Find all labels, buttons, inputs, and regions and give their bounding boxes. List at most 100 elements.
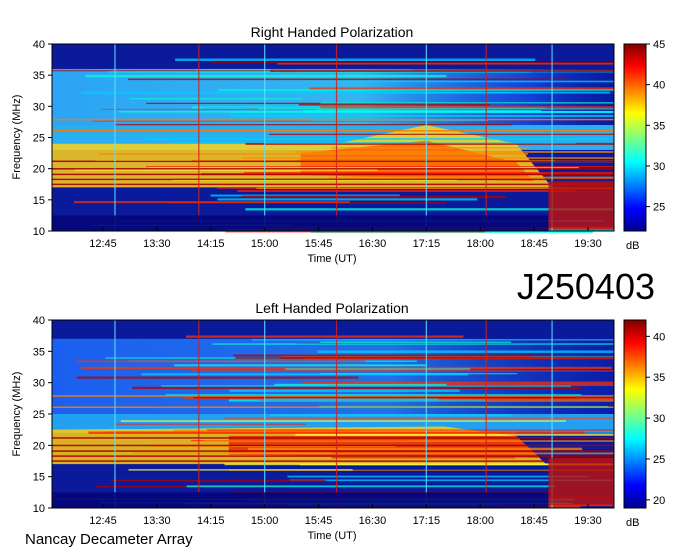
rfi-stripe xyxy=(218,89,614,91)
x-tick-label: 15:00 xyxy=(251,238,279,250)
colorbar-tick-label: 35 xyxy=(653,120,665,132)
rfi-stripe xyxy=(320,106,614,109)
rfi-stripe xyxy=(75,360,365,363)
rfi-line xyxy=(52,130,614,132)
x-tick-label: 13:30 xyxy=(143,238,171,250)
instrument-label: Nancay Decameter Array xyxy=(25,531,193,548)
y-tick-label: 40 xyxy=(33,39,45,51)
rfi-stripe xyxy=(110,479,326,482)
bottom-y-axis-label: Frequency (MHz) xyxy=(11,372,23,457)
x-tick-label: 13:30 xyxy=(143,515,171,527)
x-tick-label: 14:15 xyxy=(197,238,225,250)
late-emission-block xyxy=(548,181,614,228)
rfi-stripe xyxy=(232,354,555,357)
emission-zone-high xyxy=(52,338,614,414)
y-tick-label: 30 xyxy=(33,101,45,113)
y-tick-label: 20 xyxy=(33,440,45,452)
rfi-stripe xyxy=(241,195,506,199)
rfi-stripe xyxy=(302,381,614,384)
rfi-stripe xyxy=(81,91,611,94)
colorbar-tick-label: 25 xyxy=(653,454,665,466)
x-tick-label: 19:30 xyxy=(574,238,602,250)
rfi-line xyxy=(52,444,614,447)
x-tick-label: 17:15 xyxy=(413,238,441,250)
rfi-stripe xyxy=(133,452,331,454)
date-code: J250403 xyxy=(517,266,655,307)
rfi-stripe xyxy=(277,63,614,65)
y-tick-label: 10 xyxy=(33,226,45,238)
rfi-line xyxy=(52,455,614,457)
low-frequency-floor xyxy=(52,492,549,508)
rfi-stripe xyxy=(175,58,536,61)
rfi-stripe xyxy=(274,383,447,386)
rfi-stripe xyxy=(330,80,614,83)
rfi-stripe xyxy=(237,189,575,193)
rfi-stripe xyxy=(144,138,609,140)
rfi-stripe xyxy=(174,364,426,367)
rfi-stripe xyxy=(229,389,460,392)
top-colorbar xyxy=(623,43,647,232)
colorbar-tick-label: 30 xyxy=(653,161,665,173)
rfi-stripe xyxy=(243,172,614,174)
rfi-stripe xyxy=(193,396,577,399)
rfi-stripe xyxy=(287,475,589,478)
top-y-axis: 10 15 20 25 30 35 40 xyxy=(33,39,52,238)
rfi-line xyxy=(52,450,614,452)
rfi-stripe xyxy=(186,485,555,488)
rfi-stripe xyxy=(115,123,513,126)
rfi-stripe xyxy=(319,373,518,375)
rfi-stripe xyxy=(128,78,567,81)
rfi-line xyxy=(52,173,614,176)
rfi-stripe xyxy=(190,370,614,372)
rfi-stripe xyxy=(251,339,614,341)
rfi-stripe xyxy=(52,70,273,72)
late-emission-block xyxy=(548,457,614,505)
bottom-emission-layer xyxy=(52,320,615,508)
low-frequency-floor xyxy=(52,215,549,231)
y-tick-label: 25 xyxy=(33,133,45,145)
rfi-stripe xyxy=(217,198,478,201)
x-tick-label: 15:00 xyxy=(251,515,279,527)
rfi-stripe xyxy=(254,399,487,401)
x-tick-label: 16:30 xyxy=(359,238,387,250)
rfi-line xyxy=(52,395,614,397)
x-tick-label: 12:45 xyxy=(89,238,117,250)
x-tick-label: 18:45 xyxy=(520,238,548,250)
rfi-stripe xyxy=(264,142,576,144)
dynamic-spectrum-figure: Right Handed Polarization 10152025303540… xyxy=(11,24,665,548)
bottom-colorbar-ticks: 20 25 30 35 40 xyxy=(646,331,665,507)
colorbar-tick-label: 20 xyxy=(653,495,665,507)
top-colorbar-label: dB xyxy=(626,240,639,252)
colorbar-tick-label: 45 xyxy=(653,39,665,51)
x-tick-label: 18:00 xyxy=(466,515,494,527)
y-tick-label: 35 xyxy=(33,346,45,358)
rfi-stripe xyxy=(229,114,614,118)
rfi-stripe xyxy=(212,343,615,345)
y-tick-label: 40 xyxy=(33,315,45,327)
rfi-stripe xyxy=(320,102,614,104)
y-tick-label: 35 xyxy=(33,70,45,82)
rfi-stripe xyxy=(331,457,515,459)
colorbar-tick-label: 30 xyxy=(653,413,665,425)
rfi-stripe xyxy=(294,151,614,153)
rfi-stripe xyxy=(258,108,614,110)
colorbar-tick-label: 25 xyxy=(653,202,665,214)
x-tick-label: 17:15 xyxy=(413,515,441,527)
rfi-line xyxy=(52,160,614,163)
y-tick-label: 30 xyxy=(33,378,45,390)
y-tick-label: 20 xyxy=(33,164,45,176)
rfi-line xyxy=(52,406,614,408)
rfi-stripe xyxy=(115,423,306,425)
rfi-stripe xyxy=(247,447,583,451)
rfi-stripe xyxy=(304,110,541,113)
rfi-stripe xyxy=(146,166,615,168)
rfi-stripe xyxy=(235,356,614,359)
rfi-line xyxy=(52,178,614,181)
rfi-stripe xyxy=(284,368,471,370)
rfi-stripe xyxy=(241,157,615,159)
rfi-line xyxy=(52,437,614,439)
colorbar-tick-label: 40 xyxy=(653,80,665,92)
y-tick-label: 15 xyxy=(33,195,45,207)
x-tick-label: 14:15 xyxy=(197,515,225,527)
x-tick-label: 19:30 xyxy=(574,515,602,527)
